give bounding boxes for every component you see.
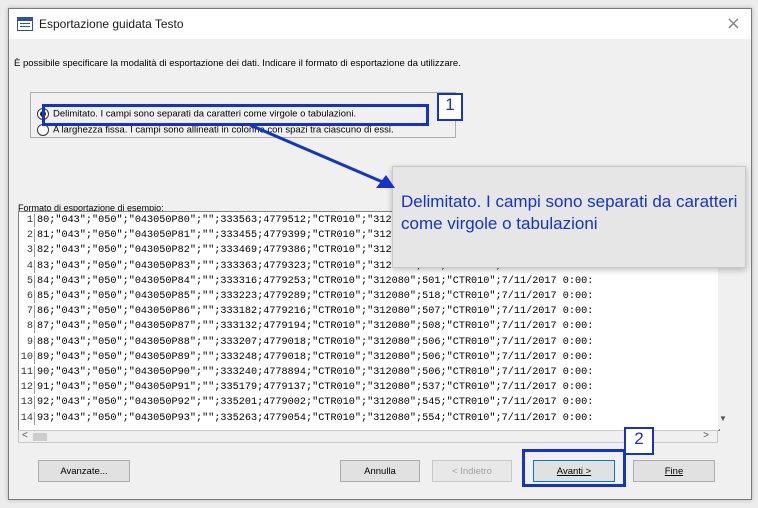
back-button-label: < Indietro xyxy=(452,466,492,477)
finish-button[interactable]: Fine xyxy=(633,460,715,482)
cancel-button-label: Annulla xyxy=(364,466,396,477)
advanced-button-label: Avanzate... xyxy=(60,466,108,477)
back-button[interactable]: < Indietro xyxy=(432,460,512,482)
annotation-highlight-2 xyxy=(522,449,626,487)
advanced-button[interactable]: Avanzate... xyxy=(38,460,130,482)
annotation-badge-2: 2 xyxy=(624,427,654,455)
cancel-button[interactable]: Annulla xyxy=(340,460,420,482)
finish-button-label: Fine xyxy=(664,466,684,477)
